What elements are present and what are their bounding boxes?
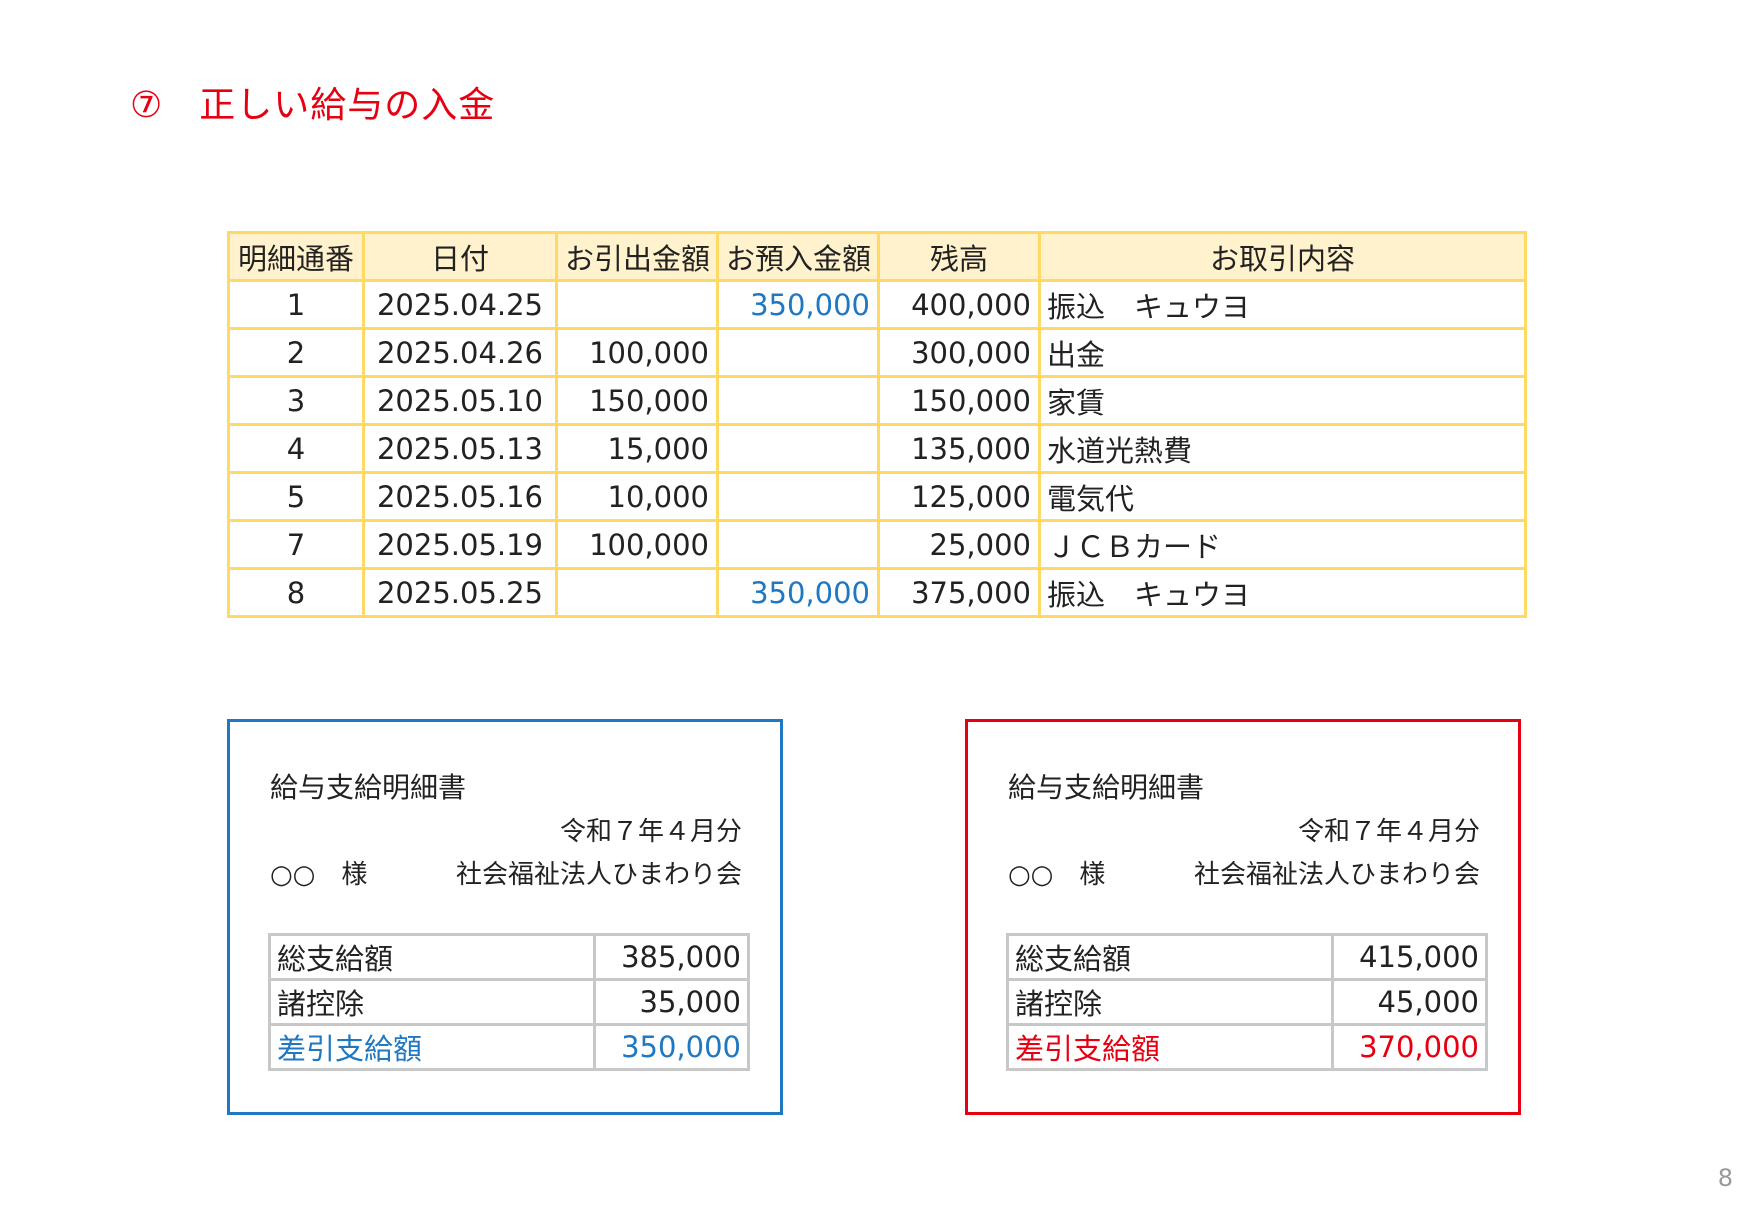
cell-description: 出金 (1038, 327, 1527, 378)
gross-pay-row: 総支給額 415,000 (1006, 933, 1488, 981)
cell-description: 家賃 (1038, 375, 1527, 426)
table-row: 7 2025.05.19 100,000 25,000 ＪＣＢカード (227, 519, 1527, 570)
payslip-employer: 社会福祉法人ひまわり会 (1193, 860, 1480, 890)
cell-serial: 4 (227, 423, 365, 474)
payslip-amount-table: 総支給額 415,000 諸控除 45,000 差引支給額 370,000 (1006, 933, 1488, 1071)
cell-deposit (716, 519, 880, 570)
header-withdrawal: お引出金額 (555, 231, 719, 282)
cell-description: 電気代 (1038, 471, 1527, 522)
payslip-recipient: ○○ 様 (1008, 860, 1106, 890)
table-row: 5 2025.05.16 10,000 125,000 電気代 (227, 471, 1527, 522)
cell-date: 2025.05.16 (362, 471, 558, 522)
cell-serial: 2 (227, 327, 365, 378)
cell-date: 2025.04.25 (362, 279, 558, 330)
cell-withdrawal (555, 279, 719, 330)
payslip-title: 給与支給明細書 (270, 771, 467, 804)
cell-deposit (716, 471, 880, 522)
cell-date: 2025.05.25 (362, 567, 558, 618)
net-pay-amount: 370,000 (1331, 1023, 1488, 1071)
cell-deposit (716, 375, 880, 426)
cell-description: 振込 キュウヨ (1038, 279, 1527, 330)
table-row: 4 2025.05.13 15,000 135,000 水道光熱費 (227, 423, 1527, 474)
cell-withdrawal (555, 567, 719, 618)
title-text: 正しい給与の入金 (199, 85, 496, 126)
table-row: 8 2025.05.25 350,000 375,000 振込 キュウヨ (227, 567, 1527, 618)
header-description: お取引内容 (1038, 231, 1527, 282)
net-pay-row: 差引支給額 350,000 (268, 1023, 750, 1071)
payslip-correct: 給与支給明細書 令和７年４月分 ○○ 様 社会福祉法人ひまわり会 総支給額 41… (965, 719, 1521, 1115)
payslip-recipient: ○○ 様 (270, 860, 368, 890)
cell-date: 2025.05.10 (362, 375, 558, 426)
payslip-incorrect: 給与支給明細書 令和７年４月分 ○○ 様 社会福祉法人ひまわり会 総支給額 38… (227, 719, 783, 1115)
cell-date: 2025.05.13 (362, 423, 558, 474)
cell-serial: 3 (227, 375, 365, 426)
deductions-label: 諸控除 (268, 978, 596, 1026)
table-row: 2 2025.04.26 100,000 300,000 出金 (227, 327, 1527, 378)
cell-serial: 7 (227, 519, 365, 570)
gross-pay-label: 総支給額 (1006, 933, 1334, 981)
cell-serial: 5 (227, 471, 365, 522)
deductions-amount: 45,000 (1331, 978, 1488, 1026)
cell-balance: 400,000 (877, 279, 1041, 330)
payslip-period: 令和７年４月分 (559, 817, 742, 847)
cell-balance: 150,000 (877, 375, 1041, 426)
cell-date: 2025.05.19 (362, 519, 558, 570)
deductions-row: 諸控除 35,000 (268, 978, 750, 1026)
header-serial: 明細通番 (227, 231, 365, 282)
cell-balance: 135,000 (877, 423, 1041, 474)
header-date: 日付 (362, 231, 558, 282)
net-pay-amount: 350,000 (593, 1023, 750, 1071)
table-row: 3 2025.05.10 150,000 150,000 家賃 (227, 375, 1527, 426)
cell-description: ＪＣＢカード (1038, 519, 1527, 570)
cell-withdrawal: 100,000 (555, 519, 719, 570)
cell-serial: 1 (227, 279, 365, 330)
cell-date: 2025.04.26 (362, 327, 558, 378)
cell-balance: 125,000 (877, 471, 1041, 522)
payslip-employer: 社会福祉法人ひまわり会 (455, 860, 742, 890)
gross-pay-label: 総支給額 (268, 933, 596, 981)
cell-deposit: 350,000 (716, 567, 880, 618)
gross-pay-row: 総支給額 385,000 (268, 933, 750, 981)
cell-deposit: 350,000 (716, 279, 880, 330)
page-number: 8 (1717, 1164, 1733, 1192)
bank-statement-table: 明細通番 日付 お引出金額 お預入金額 残高 お取引内容 1 2025.04.2… (227, 231, 1527, 618)
payslip-title: 給与支給明細書 (1008, 771, 1205, 804)
statement-header-row: 明細通番 日付 お引出金額 お預入金額 残高 お取引内容 (227, 231, 1527, 282)
cell-description: 水道光熱費 (1038, 423, 1527, 474)
cell-withdrawal: 10,000 (555, 471, 719, 522)
cell-withdrawal: 100,000 (555, 327, 719, 378)
payslip-period: 令和７年４月分 (1297, 817, 1480, 847)
net-pay-label: 差引支給額 (1006, 1023, 1334, 1071)
header-deposit: お預入金額 (716, 231, 880, 282)
cell-balance: 25,000 (877, 519, 1041, 570)
cell-balance: 300,000 (877, 327, 1041, 378)
deductions-label: 諸控除 (1006, 978, 1334, 1026)
cell-withdrawal: 15,000 (555, 423, 719, 474)
payslip-amount-table: 総支給額 385,000 諸控除 35,000 差引支給額 350,000 (268, 933, 750, 1071)
net-pay-label: 差引支給額 (268, 1023, 596, 1071)
gross-pay-amount: 415,000 (1331, 933, 1488, 981)
net-pay-row: 差引支給額 370,000 (1006, 1023, 1488, 1071)
section-number: ⑦ (130, 85, 164, 126)
header-balance: 残高 (877, 231, 1041, 282)
deductions-amount: 35,000 (593, 978, 750, 1026)
gross-pay-amount: 385,000 (593, 933, 750, 981)
cell-deposit (716, 423, 880, 474)
deductions-row: 諸控除 45,000 (1006, 978, 1488, 1026)
table-row: 1 2025.04.25 350,000 400,000 振込 キュウヨ (227, 279, 1527, 330)
cell-deposit (716, 327, 880, 378)
cell-withdrawal: 150,000 (555, 375, 719, 426)
slide-title: ⑦ 正しい給与の入金 (130, 76, 495, 128)
cell-description: 振込 キュウヨ (1038, 567, 1527, 618)
cell-serial: 8 (227, 567, 365, 618)
cell-balance: 375,000 (877, 567, 1041, 618)
